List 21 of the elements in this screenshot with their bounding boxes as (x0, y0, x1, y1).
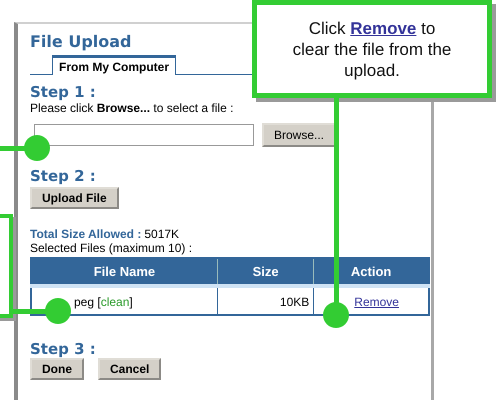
total-size-label: Total Size Allowed : (30, 227, 142, 241)
column-header: Size (217, 258, 314, 286)
total-size-value: 5017K (144, 227, 180, 241)
dialog-button[interactable]: Cancel (98, 358, 162, 380)
file-name-text: peg [clean] (74, 295, 133, 309)
selected-files-label: Selected Files (maximum 10) : (30, 241, 192, 255)
upload-file-button[interactable]: Upload File (30, 187, 119, 209)
column-header: File Name (31, 258, 218, 286)
panel-title: File Upload (30, 32, 132, 51)
callout-text: Click Remove to clear the file from the upload. (292, 18, 452, 80)
dialog-button[interactable]: Done (30, 358, 84, 380)
column-header: Action (314, 258, 429, 286)
instruction-text: Please click Browse... to select a file : (30, 101, 234, 115)
browse-button[interactable]: Browse... (262, 123, 336, 147)
step-heading: Step 1 : (30, 83, 96, 101)
file-size-text: 10KB (280, 294, 310, 308)
remove-link[interactable]: Remove (354, 294, 399, 308)
tab[interactable]: From My Computer (52, 55, 176, 75)
file-path-field[interactable] (34, 124, 254, 146)
step-heading: Step 3 : (30, 340, 96, 358)
step-heading: Step 2 : (30, 167, 96, 185)
